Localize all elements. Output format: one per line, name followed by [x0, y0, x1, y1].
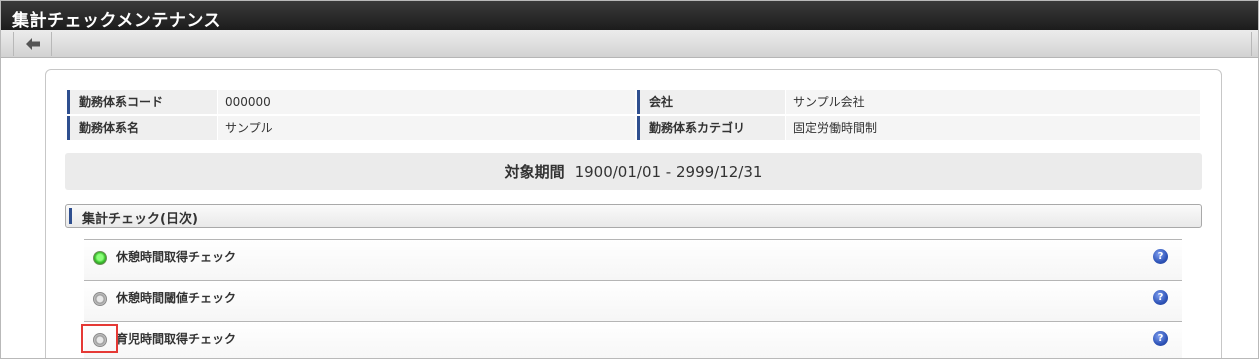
period-box: 対象期間 1900/01/01 - 2999/12/31 — [65, 153, 1202, 190]
radio-icon[interactable] — [93, 333, 107, 347]
work-pattern-category-value: 固定労働時間制 — [786, 116, 1200, 140]
work-pattern-category-label: 勤務体系カテゴリ — [637, 116, 785, 140]
check-label: 休憩時間取得チェック — [116, 250, 237, 264]
work-pattern-name-label: 勤務体系名 — [67, 116, 217, 140]
page-title: 集計チェックメンテナンス — [12, 11, 221, 31]
company-label: 会社 — [637, 90, 785, 114]
work-pattern-code-value: 000000 — [218, 90, 635, 114]
check-label: 育児時間取得チェック — [116, 332, 237, 346]
check-label: 休憩時間閾値チェック — [116, 291, 237, 305]
radio-icon[interactable] — [93, 292, 107, 306]
check-list: 休憩時間取得チェック ? 休憩時間閾値チェック ? 育児時間取得チェック ? — [84, 239, 1182, 359]
section-title: 集計チェック(日次) — [82, 212, 198, 227]
back-arrow-icon — [25, 38, 40, 50]
period-value: 1900/01/01 - 2999/12/31 — [574, 162, 763, 181]
toolbar — [1, 30, 1258, 58]
section-header: 集計チェック(日次) — [65, 204, 1202, 228]
info-row: 勤務体系名 サンプル 勤務体系カテゴリ 固定労働時間制 — [67, 116, 1200, 140]
help-icon[interactable]: ? — [1153, 249, 1168, 264]
work-pattern-code-label: 勤務体系コード — [67, 90, 217, 114]
company-value: サンプル会社 — [786, 90, 1200, 114]
help-icon[interactable]: ? — [1153, 331, 1168, 346]
info-row: 勤務体系コード 000000 会社 サンプル会社 — [67, 90, 1200, 114]
section-accent-bar — [69, 208, 72, 224]
title-bar: 集計チェックメンテナンス — [1, 1, 1258, 31]
toolbar-divider — [1251, 32, 1252, 56]
radio-selected-icon[interactable] — [93, 251, 107, 265]
work-pattern-name-value: サンプル — [218, 116, 635, 140]
check-item-break-time-acquisition[interactable]: 休憩時間取得チェック ? — [84, 239, 1182, 280]
check-item-childcare-time-acquisition[interactable]: 育児時間取得チェック ? — [84, 321, 1182, 359]
check-item-break-time-threshold[interactable]: 休憩時間閾値チェック ? — [84, 280, 1182, 321]
info-table: 勤務体系コード 000000 会社 サンプル会社 勤務体系名 サンプル 勤務体系… — [67, 90, 1200, 142]
back-button[interactable] — [13, 32, 52, 56]
help-icon[interactable]: ? — [1153, 290, 1168, 305]
period-label: 対象期間 — [504, 163, 565, 181]
